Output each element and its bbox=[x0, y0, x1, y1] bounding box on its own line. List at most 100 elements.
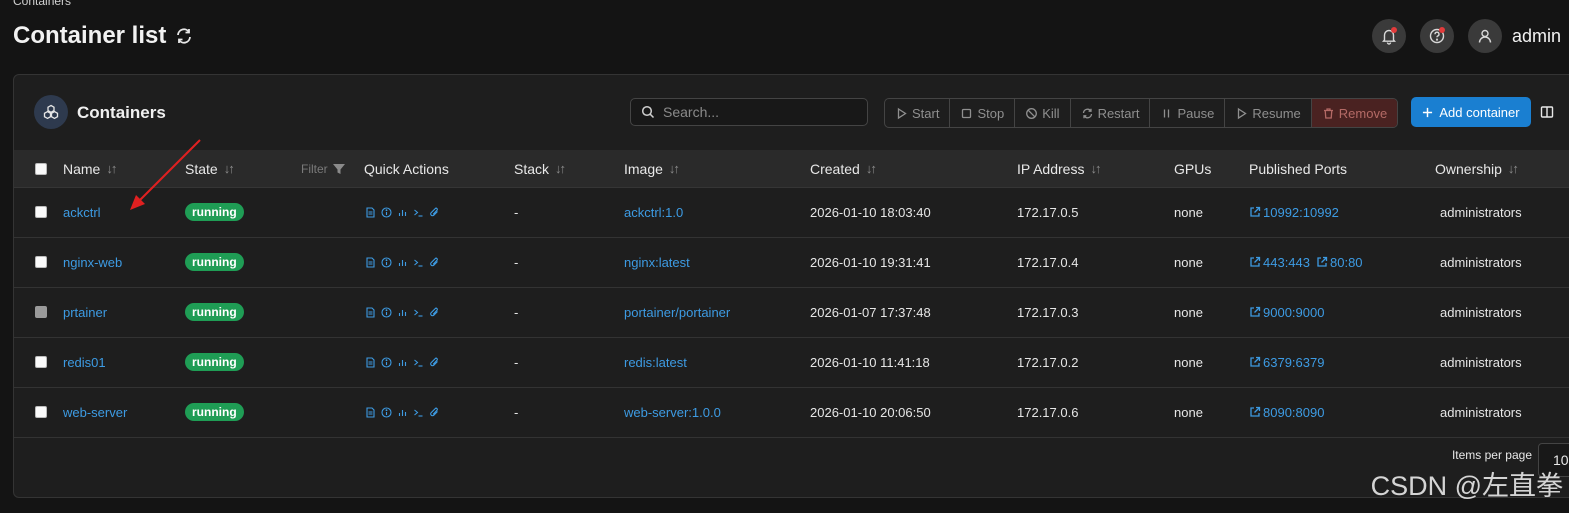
image-link[interactable]: portainer/portainer bbox=[624, 287, 730, 337]
sort-icon: ↓↑ bbox=[223, 161, 235, 176]
logs-icon[interactable] bbox=[365, 206, 376, 218]
info-icon[interactable] bbox=[381, 206, 392, 218]
header-ip[interactable]: IP Address ↓↑ bbox=[1017, 150, 1101, 187]
attach-icon[interactable] bbox=[429, 307, 440, 318]
state-cell: running bbox=[185, 237, 244, 287]
console-icon[interactable] bbox=[413, 407, 424, 418]
add-container-button[interactable]: Add container bbox=[1411, 97, 1531, 127]
start-button[interactable]: Start bbox=[885, 99, 951, 127]
header-ports-label: Published Ports bbox=[1249, 160, 1348, 177]
remove-button[interactable]: Remove bbox=[1311, 99, 1398, 127]
created-cell: 2026-01-10 20:06:50 bbox=[810, 404, 931, 420]
info-icon[interactable] bbox=[381, 356, 392, 368]
attach-icon[interactable] bbox=[429, 257, 440, 268]
console-icon[interactable] bbox=[413, 257, 424, 268]
refresh-icon[interactable] bbox=[174, 26, 194, 46]
page-title: Container list bbox=[13, 22, 194, 50]
kill-button[interactable]: Kill bbox=[1015, 99, 1071, 127]
resume-button[interactable]: Resume bbox=[1225, 99, 1312, 127]
ip-cell: 172.17.0.3 bbox=[1017, 304, 1079, 320]
console-icon[interactable] bbox=[413, 357, 424, 368]
restart-button[interactable]: Restart bbox=[1071, 99, 1151, 127]
row-checkbox[interactable] bbox=[35, 306, 47, 318]
notifications-button[interactable] bbox=[1371, 19, 1406, 53]
attach-icon[interactable] bbox=[429, 407, 440, 418]
external-link-icon bbox=[1317, 256, 1328, 267]
published-port-link[interactable]: 8090:8090 bbox=[1249, 405, 1324, 420]
header-created[interactable]: Created ↓↑ bbox=[810, 150, 877, 187]
state-filter[interactable]: Filter bbox=[301, 150, 346, 187]
info-icon[interactable] bbox=[381, 256, 392, 268]
image-link[interactable]: web-server:1.0.0 bbox=[624, 387, 721, 437]
logs-icon[interactable] bbox=[365, 406, 376, 418]
published-port-link[interactable]: 9000:9000 bbox=[1249, 305, 1324, 320]
container-name-link[interactable]: web-server bbox=[63, 387, 127, 437]
stats-icon[interactable] bbox=[397, 307, 408, 318]
help-button[interactable] bbox=[1419, 19, 1454, 53]
container-name-link[interactable]: redis01 bbox=[63, 337, 106, 387]
user-avatar[interactable] bbox=[1467, 19, 1502, 53]
attach-icon[interactable] bbox=[429, 207, 440, 218]
console-icon[interactable] bbox=[413, 307, 424, 318]
published-port-link[interactable]: 443:443 bbox=[1249, 255, 1310, 270]
stack-cell: - bbox=[514, 404, 519, 420]
pause-button[interactable]: Pause bbox=[1150, 99, 1226, 127]
created-cell: 2026-01-10 18:03:40 bbox=[810, 204, 931, 220]
header-ownership[interactable]: Ownership ↓↑ bbox=[1435, 150, 1519, 187]
console-icon[interactable] bbox=[413, 207, 424, 218]
container-name-link[interactable]: prtainer bbox=[63, 287, 107, 337]
table-row: ackctrl running - ackctrl:1.0 2026-01-10 18:… bbox=[14, 187, 1569, 238]
container-name-link[interactable]: nginx-web bbox=[63, 237, 122, 287]
row-checkbox[interactable] bbox=[35, 406, 47, 418]
stop-button[interactable]: Stop bbox=[950, 99, 1016, 127]
external-link-icon bbox=[1250, 206, 1261, 217]
status-badge: running bbox=[185, 353, 244, 371]
header-image[interactable]: Image ↓↑ bbox=[624, 150, 680, 187]
header-state[interactable]: State ↓↑ bbox=[185, 150, 235, 187]
row-checkbox[interactable] bbox=[35, 256, 47, 268]
restart-icon bbox=[1082, 108, 1092, 118]
stats-icon[interactable] bbox=[397, 207, 408, 218]
search-box[interactable] bbox=[630, 98, 868, 126]
stats-icon[interactable] bbox=[397, 407, 408, 418]
attach-icon[interactable] bbox=[429, 357, 440, 368]
ownership-cell: administrators bbox=[1440, 204, 1522, 220]
logs-icon[interactable] bbox=[365, 306, 376, 318]
header-stack[interactable]: Stack ↓↑ bbox=[514, 150, 566, 187]
row-checkbox-cell bbox=[35, 337, 47, 387]
start-label: Start bbox=[912, 105, 940, 121]
select-all-checkbox[interactable] bbox=[35, 162, 47, 175]
image-link[interactable]: redis:latest bbox=[624, 337, 687, 387]
stats-icon[interactable] bbox=[397, 257, 408, 268]
user-name[interactable]: admin bbox=[1512, 26, 1561, 47]
published-port-link[interactable]: 6379:6379 bbox=[1249, 355, 1324, 370]
image-link[interactable]: ackctrl:1.0 bbox=[624, 187, 683, 237]
watermark: CSDN @左直拳 bbox=[1370, 471, 1563, 501]
ports-cell: 9000:9000 bbox=[1249, 287, 1330, 337]
header-name[interactable]: Name ↓↑ bbox=[63, 150, 117, 187]
stop-icon bbox=[962, 108, 972, 118]
state-cell: running bbox=[185, 287, 244, 337]
logs-icon[interactable] bbox=[365, 256, 376, 268]
search-input[interactable] bbox=[661, 103, 855, 121]
image-link[interactable]: nginx:latest bbox=[624, 237, 690, 287]
info-icon[interactable] bbox=[381, 306, 392, 318]
row-checkbox-cell bbox=[35, 387, 47, 437]
published-port-link[interactable]: 80:80 bbox=[1316, 255, 1363, 270]
play-icon bbox=[897, 107, 907, 119]
columns-icon[interactable] bbox=[1540, 105, 1554, 119]
info-icon[interactable] bbox=[381, 406, 392, 418]
stats-icon[interactable] bbox=[397, 357, 408, 368]
ownership-cell: administrators bbox=[1440, 254, 1522, 270]
breadcrumb[interactable]: Containers bbox=[13, 0, 71, 8]
logs-icon[interactable] bbox=[365, 356, 376, 368]
row-checkbox[interactable] bbox=[35, 356, 47, 368]
sort-icon: ↓↑ bbox=[668, 161, 680, 176]
container-name-link[interactable]: ackctrl bbox=[63, 187, 101, 237]
published-port-link[interactable]: 10992:10992 bbox=[1249, 205, 1339, 220]
user-icon bbox=[1478, 29, 1492, 43]
row-checkbox[interactable] bbox=[35, 206, 47, 218]
restart-label: Restart bbox=[1097, 105, 1140, 121]
ports-cell: 6379:6379 bbox=[1249, 337, 1330, 387]
stack-cell: - bbox=[514, 304, 519, 320]
